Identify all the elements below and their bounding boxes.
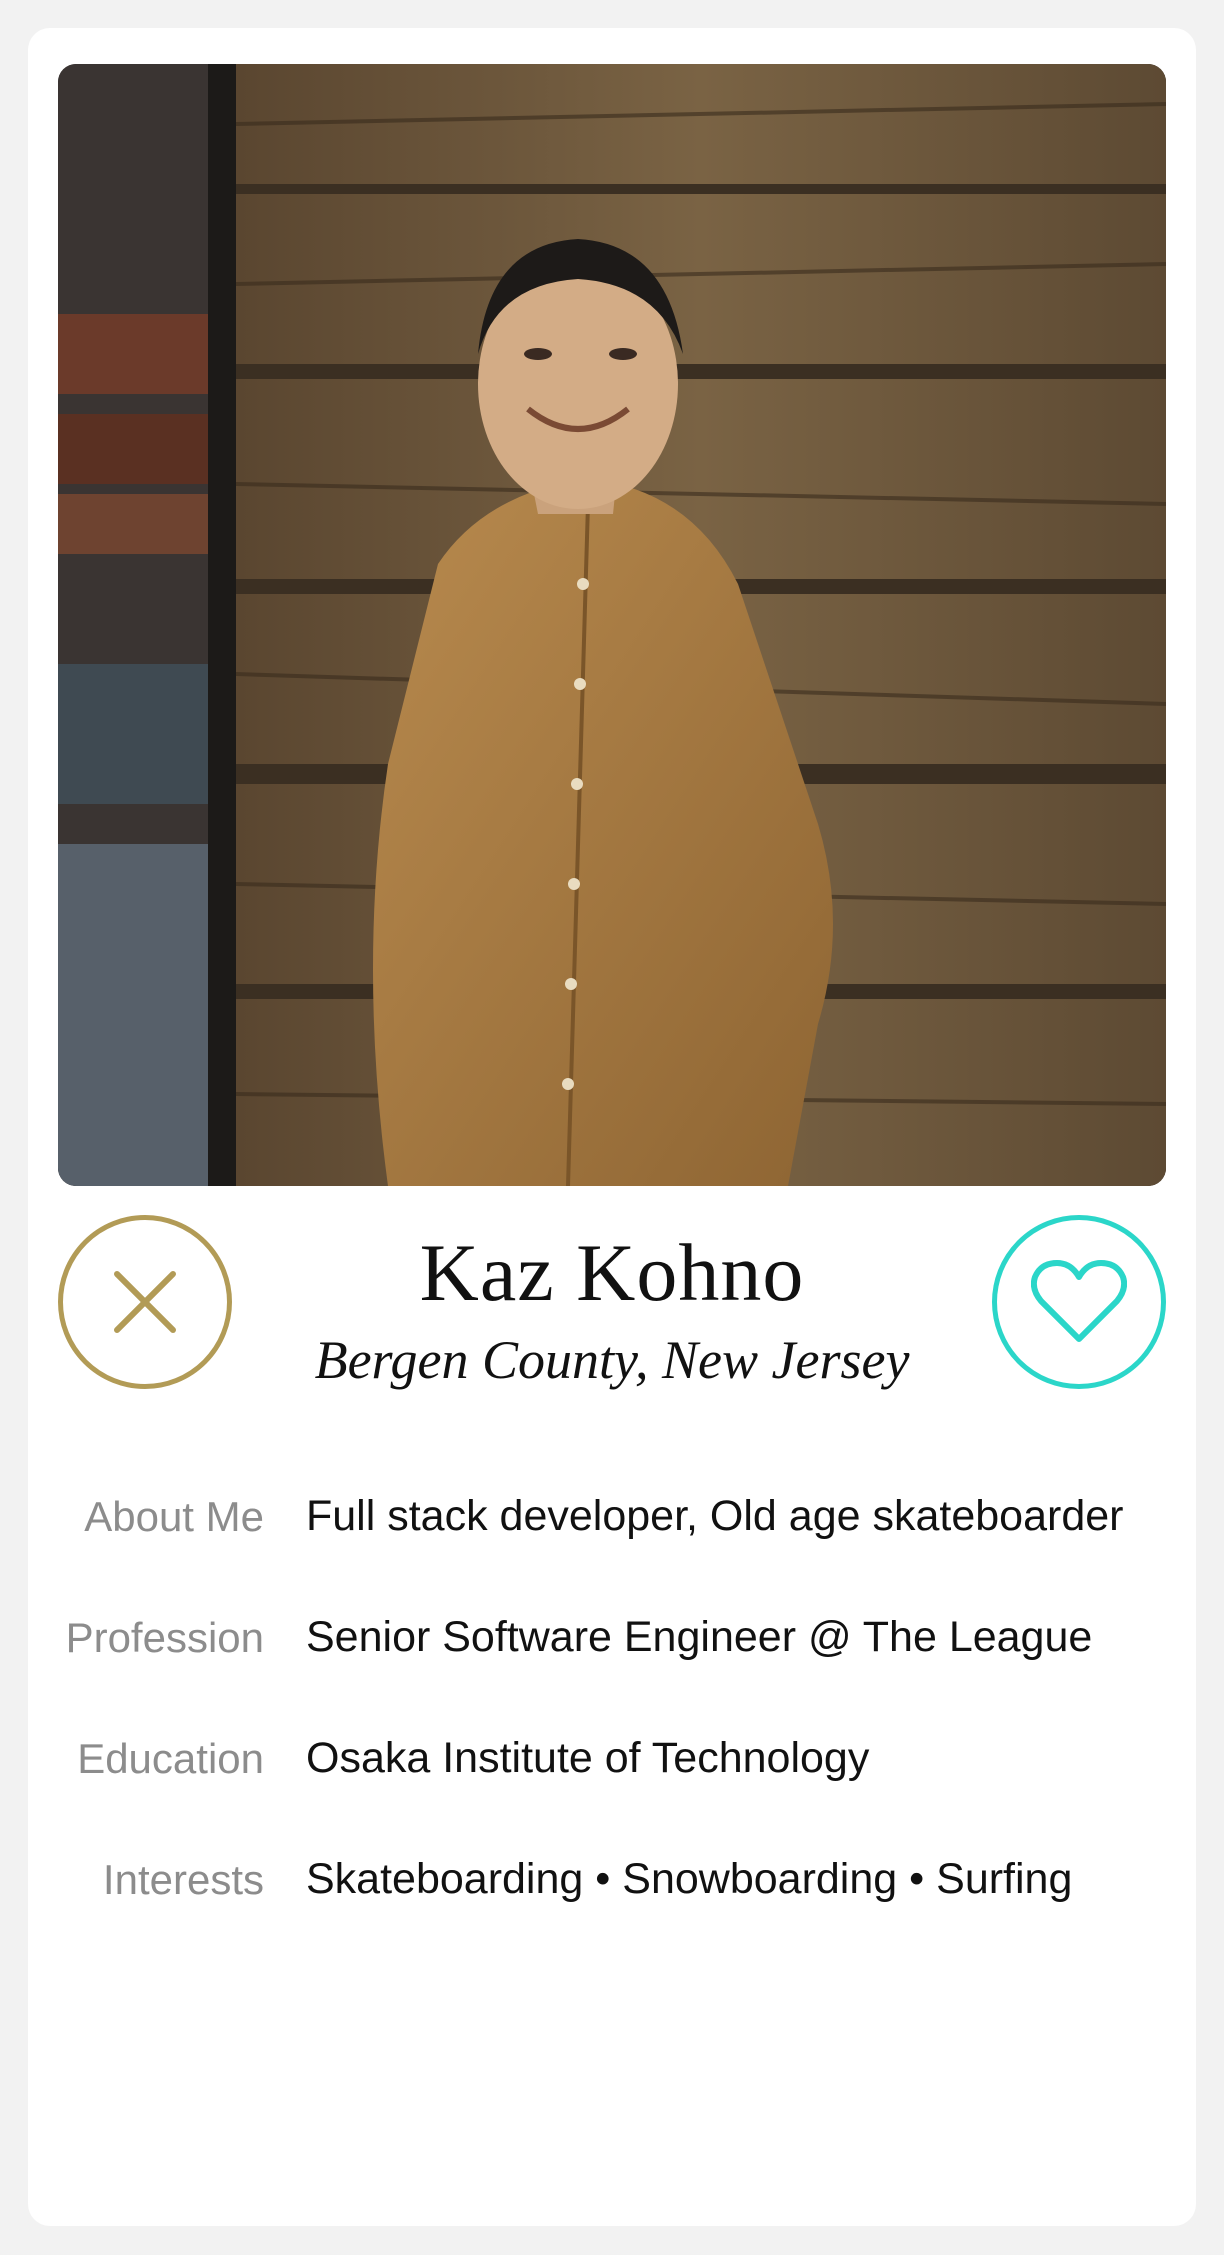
- close-icon: [114, 1271, 176, 1333]
- detail-label: Interests: [102, 1856, 264, 1903]
- detail-value: Skateboarding • Snowboarding • Surfing: [306, 1855, 1073, 1903]
- profile-photo[interactable]: [58, 64, 1166, 1186]
- profile-name: Kaz Kohno: [419, 1227, 805, 1318]
- detail-value: Osaka Institute of Technology: [306, 1734, 870, 1782]
- detail-label: About Me: [84, 1493, 264, 1540]
- detail-row-about: About Me Full stack developer, Old age s…: [28, 1486, 1196, 1547]
- pass-button[interactable]: [58, 1215, 232, 1389]
- detail-value: Senior Software Engineer @ The League: [306, 1613, 1093, 1661]
- detail-row-interests: Interests Skateboarding • Snowboarding •…: [28, 1849, 1196, 1910]
- like-button[interactable]: [992, 1215, 1166, 1389]
- profile-location: Bergen County, New Jersey: [314, 1330, 910, 1390]
- detail-label: Education: [77, 1735, 264, 1782]
- profile-photo-image: [58, 64, 1166, 1186]
- detail-row-profession: Profession Senior Software Engineer @ Th…: [28, 1607, 1196, 1668]
- profile-details: About Me Full stack developer, Old age s…: [28, 1486, 1196, 1970]
- detail-label: Profession: [65, 1614, 264, 1661]
- detail-row-education: Education Osaka Institute of Technology: [28, 1728, 1196, 1789]
- detail-value: Full stack developer, Old age skateboard…: [306, 1492, 1124, 1540]
- profile-card: Kaz Kohno Bergen County, New Jersey Abou…: [28, 28, 1196, 2226]
- heart-icon: [1031, 1260, 1127, 1342]
